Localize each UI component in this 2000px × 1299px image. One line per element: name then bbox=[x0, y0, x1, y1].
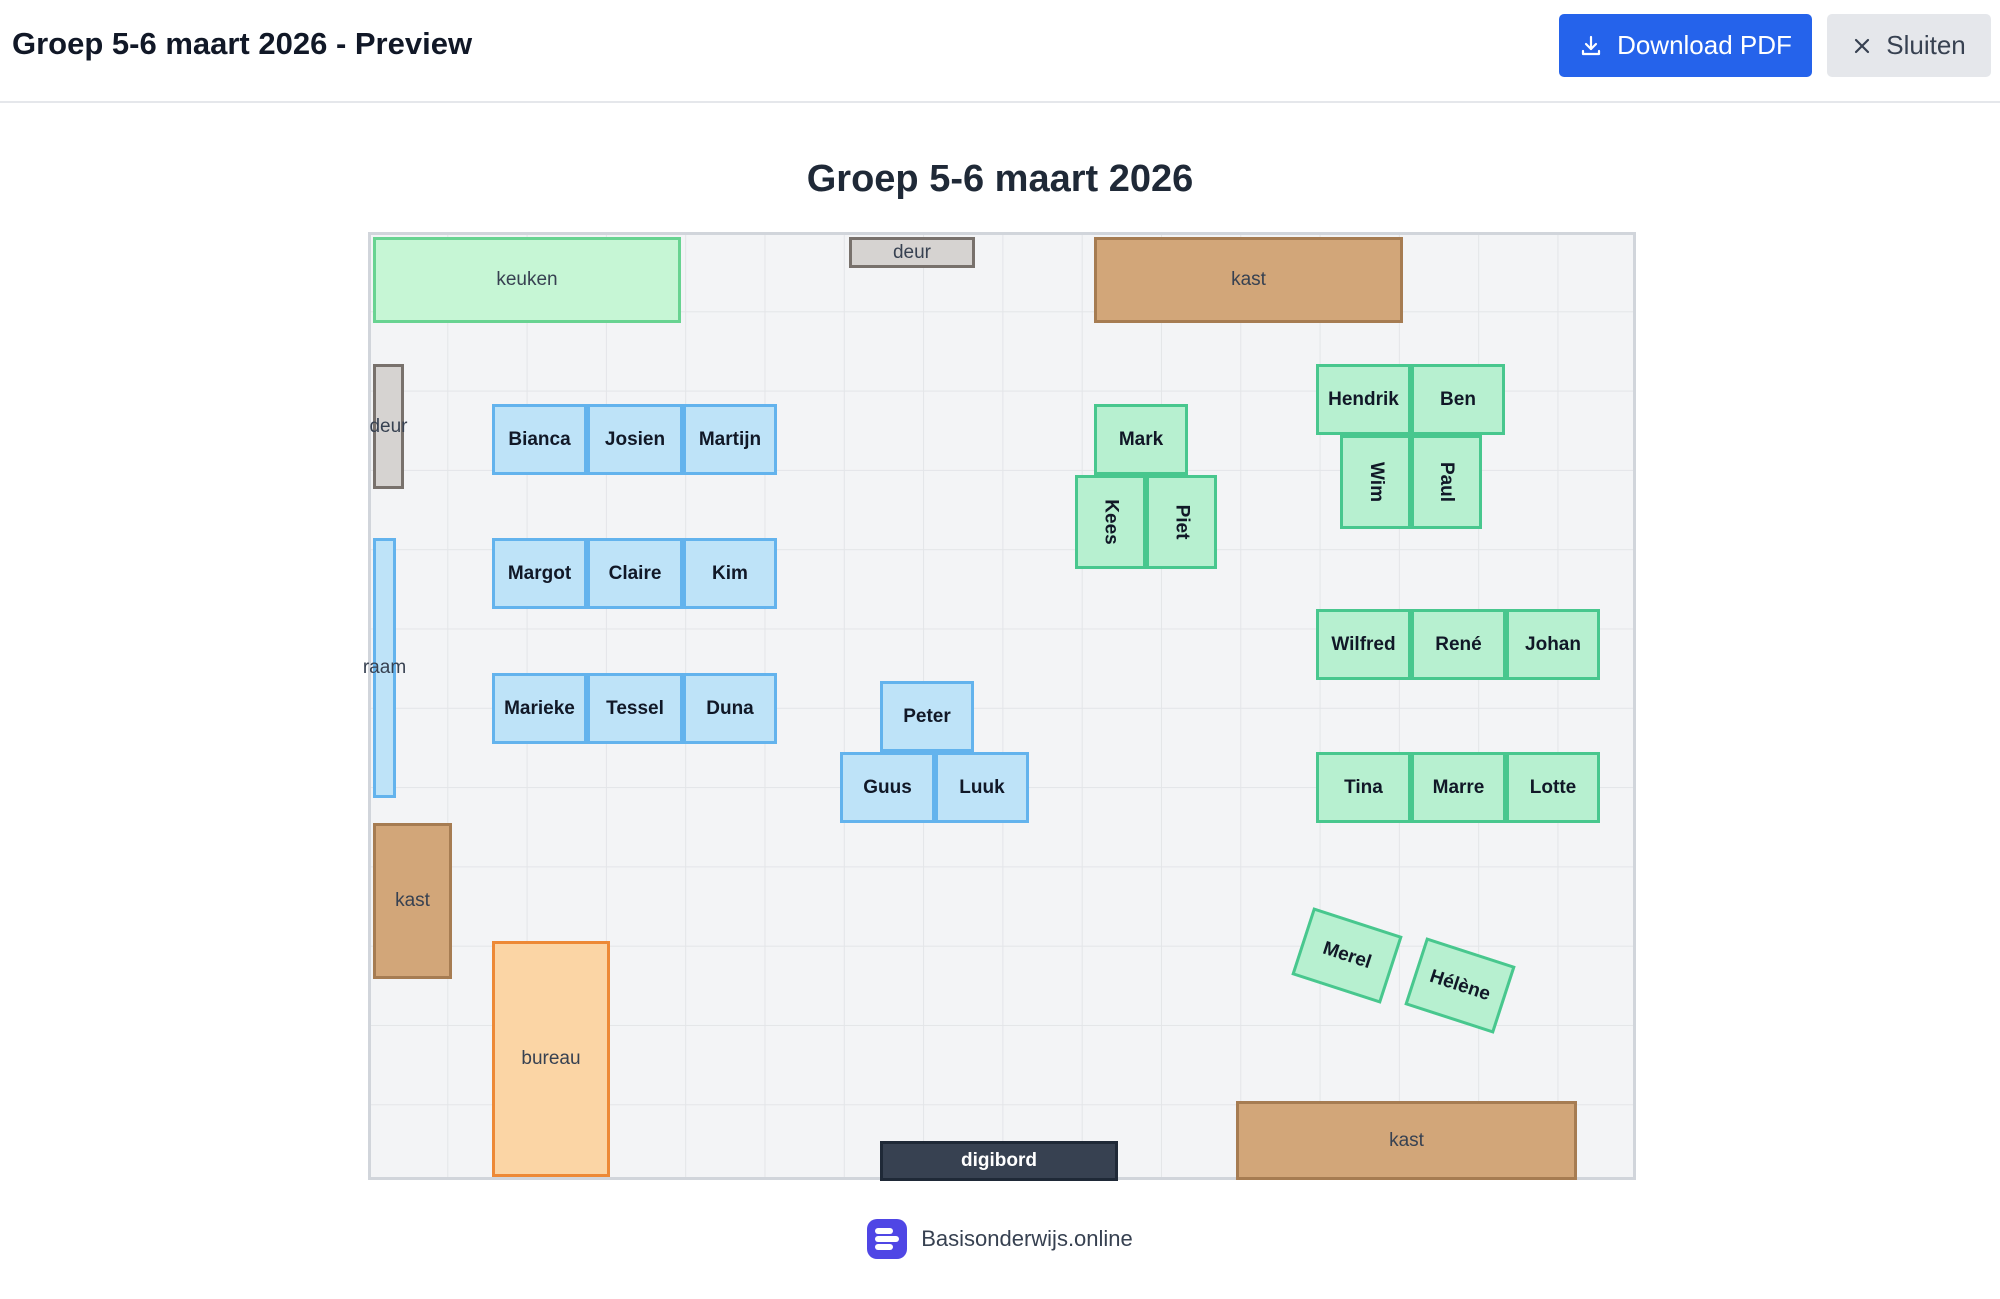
seat-name: Marre bbox=[1432, 776, 1485, 798]
seat-name: Kim bbox=[712, 562, 748, 584]
seat-name: Wilfred bbox=[1331, 633, 1396, 655]
close-label: Sluiten bbox=[1886, 30, 1966, 60]
top-bar: Groep 5-6 maart 2026 - Preview Download … bbox=[0, 0, 2000, 103]
seat-josien[interactable]: Josien bbox=[587, 404, 683, 475]
teacher-desk: bureau bbox=[492, 941, 610, 1177]
seat-name: Lotte bbox=[1529, 776, 1577, 798]
seat-name: Wim bbox=[1365, 462, 1387, 502]
seat-paul[interactable]: Paul bbox=[1411, 435, 1482, 529]
download-icon bbox=[1581, 35, 1601, 55]
seat-name: Merel bbox=[1320, 937, 1374, 973]
seat-tessel[interactable]: Tessel bbox=[587, 673, 683, 744]
seat-bianca[interactable]: Bianca bbox=[492, 404, 587, 475]
cabinet-top: kast bbox=[1094, 237, 1403, 323]
seat-tina[interactable]: Tina bbox=[1316, 752, 1411, 823]
seat-name: Mark bbox=[1118, 428, 1164, 450]
door-top: deur bbox=[849, 237, 975, 268]
close-icon bbox=[1855, 38, 1870, 53]
seating-plan-title: Groep 5-6 maart 2026 bbox=[806, 158, 1194, 200]
seat-mark[interactable]: Mark bbox=[1094, 404, 1188, 475]
brand-logo-icon bbox=[867, 1219, 908, 1259]
window-left: raam bbox=[363, 538, 406, 798]
seat-name: Claire bbox=[608, 562, 662, 584]
seat-name: Paul bbox=[1436, 461, 1458, 503]
seat-marre[interactable]: Marre bbox=[1411, 752, 1506, 823]
page-title: Groep 5-6 maart 2026 - Preview bbox=[12, 26, 473, 61]
seat-guus[interactable]: Guus bbox=[840, 752, 935, 823]
seat-johan[interactable]: Johan bbox=[1506, 609, 1600, 680]
seat-marieke[interactable]: Marieke bbox=[492, 673, 587, 744]
door-top-label: deur bbox=[892, 241, 932, 263]
seat-name: Hendrik bbox=[1328, 388, 1399, 410]
seat-duna[interactable]: Duna bbox=[683, 673, 777, 744]
seat-merel[interactable]: Merel bbox=[1291, 907, 1403, 1004]
seat-wim[interactable]: Wim bbox=[1340, 435, 1411, 529]
seat-luuk[interactable]: Luuk bbox=[935, 752, 1029, 823]
seat-name: Piet bbox=[1171, 504, 1193, 540]
desk-label: bureau bbox=[521, 1048, 581, 1069]
seat-kim[interactable]: Kim bbox=[683, 538, 777, 609]
brand-name[interactable]: Basisonderwijs.online bbox=[921, 1226, 1133, 1252]
seat-name: Bianca bbox=[508, 428, 571, 450]
close-button[interactable]: Sluiten bbox=[1827, 14, 1991, 77]
seat-margot[interactable]: Margot bbox=[492, 538, 587, 609]
kitchen-label: keuken bbox=[496, 269, 558, 290]
seat-name: René bbox=[1435, 633, 1482, 655]
seat-kees[interactable]: Kees bbox=[1075, 475, 1146, 569]
download-pdf-button[interactable]: Download PDF bbox=[1559, 14, 1812, 77]
seat-name: Guus bbox=[863, 776, 912, 798]
seat-name: Duna bbox=[706, 697, 754, 719]
door-left: deur bbox=[369, 364, 408, 489]
board-label: digibord bbox=[961, 1150, 1037, 1171]
seat-name: Kees bbox=[1100, 499, 1122, 545]
window-left-label: raam bbox=[362, 657, 407, 678]
cabinet-top-label: kast bbox=[1231, 269, 1266, 290]
seat-hendrik[interactable]: Hendrik bbox=[1316, 364, 1411, 435]
seat-name: Johan bbox=[1525, 633, 1581, 655]
seat-name: Martijn bbox=[698, 428, 762, 450]
seat-name: Tessel bbox=[606, 697, 664, 719]
seat-rene[interactable]: René bbox=[1411, 609, 1506, 680]
seat-peter[interactable]: Peter bbox=[880, 681, 974, 752]
seat-name: Hélène bbox=[1427, 965, 1494, 1005]
seat-name: Ben bbox=[1440, 388, 1476, 410]
seat-name: Margot bbox=[507, 562, 572, 584]
seat-name: Josien bbox=[604, 428, 666, 450]
seat-lotte[interactable]: Lotte bbox=[1506, 752, 1600, 823]
seat-martijn[interactable]: Martijn bbox=[683, 404, 777, 475]
digital-board: digibord bbox=[880, 1141, 1118, 1181]
cabinet-bottom: kast bbox=[1236, 1101, 1577, 1180]
seat-helene[interactable]: Hélène bbox=[1404, 937, 1516, 1034]
seat-ben[interactable]: Ben bbox=[1411, 364, 1505, 435]
seat-name: Luuk bbox=[959, 776, 1005, 798]
kitchen-area: keuken bbox=[373, 237, 681, 323]
door-left-label: deur bbox=[369, 415, 408, 437]
seat-name: Peter bbox=[903, 705, 951, 727]
footer-brand: Basisonderwijs.online bbox=[0, 1219, 2000, 1259]
seat-claire[interactable]: Claire bbox=[587, 538, 683, 609]
cabinet-left-label: kast bbox=[395, 890, 430, 911]
seat-name: Marieke bbox=[504, 697, 575, 719]
cabinet-bottom-label: kast bbox=[1389, 1129, 1424, 1151]
classroom-floor-plan: keuken deur kast deur raam kast bureau d… bbox=[363, 232, 1636, 1181]
seat-wilfred[interactable]: Wilfred bbox=[1316, 609, 1411, 680]
seat-piet[interactable]: Piet bbox=[1146, 475, 1217, 569]
seat-name: Tina bbox=[1344, 776, 1383, 798]
cabinet-left: kast bbox=[373, 823, 452, 979]
download-pdf-label: Download PDF bbox=[1617, 30, 1792, 60]
